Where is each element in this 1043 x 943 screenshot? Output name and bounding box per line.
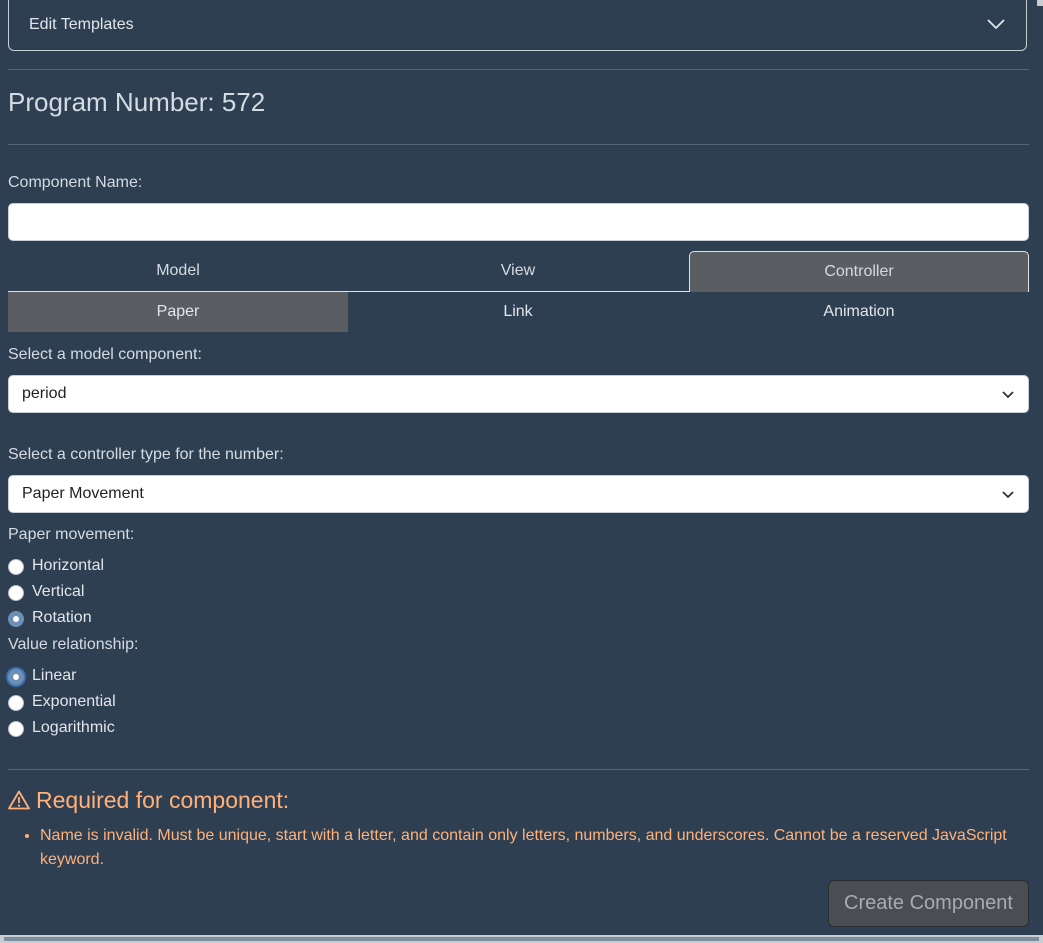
scrollbar-track	[4, 937, 1039, 941]
divider	[8, 69, 1029, 70]
warning-item: Name is invalid. Must be unique, start w…	[40, 824, 1029, 872]
divider	[8, 769, 1029, 770]
edit-templates-accordion[interactable]: Edit Templates	[8, 0, 1027, 51]
value-relationship-label: Value relationship:	[8, 636, 139, 653]
tab-controller[interactable]: Controller	[689, 251, 1029, 292]
subtab-paper[interactable]: Paper	[8, 292, 348, 332]
radio-label: Exponential	[32, 693, 116, 710]
radio-label: Horizontal	[32, 557, 105, 574]
warning-heading: Required for component:	[8, 786, 289, 814]
radio-label: Logarithmic	[32, 719, 115, 736]
radio-button[interactable]	[8, 559, 24, 575]
radio-button[interactable]	[8, 721, 24, 737]
radio-button[interactable]	[8, 695, 24, 711]
warning-title: Required for component:	[36, 787, 290, 813]
tab-view[interactable]: View	[348, 251, 688, 292]
accordion-label: Edit Templates	[29, 16, 134, 33]
divider	[8, 144, 1029, 145]
warning-icon	[8, 790, 30, 810]
radio-label: Linear	[32, 667, 77, 684]
subtab-animation[interactable]: Animation	[689, 292, 1029, 332]
model-select-value: period	[22, 385, 67, 402]
horizontal-scrollbar[interactable]	[0, 935, 1043, 943]
radio-label: Rotation	[32, 609, 92, 626]
model-select-label: Select a model component:	[8, 346, 202, 363]
controller-select-value: Paper Movement	[22, 485, 144, 502]
radio-button-checked[interactable]	[8, 611, 24, 627]
warning-list: Name is invalid. Must be unique, start w…	[8, 824, 1029, 872]
scrollbar-thumb[interactable]	[1037, 0, 1043, 6]
radio-button-checked[interactable]	[8, 669, 24, 685]
controller-subtabs: Paper Link Animation	[8, 292, 1029, 332]
chevron-down-icon	[1002, 391, 1014, 399]
radio-label: Vertical	[32, 583, 85, 600]
program-title: Program Number: 572	[8, 87, 266, 117]
radio-button[interactable]	[8, 585, 24, 601]
component-name-label: Component Name:	[8, 174, 143, 191]
controller-type-select[interactable]: Paper Movement	[8, 475, 1029, 513]
tab-model[interactable]: Model	[8, 251, 348, 292]
subtab-link[interactable]: Link	[348, 292, 688, 332]
chevron-down-icon	[1002, 491, 1014, 499]
chevron-down-icon	[987, 19, 1005, 30]
controller-select-label: Select a controller type for the number:	[8, 446, 284, 463]
paper-movement-label: Paper movement:	[8, 526, 135, 543]
component-name-input[interactable]	[8, 203, 1029, 241]
model-component-select[interactable]: period	[8, 375, 1029, 413]
create-component-button[interactable]: Create Component	[828, 880, 1029, 927]
type-tabs: Model View Controller	[8, 251, 1029, 292]
